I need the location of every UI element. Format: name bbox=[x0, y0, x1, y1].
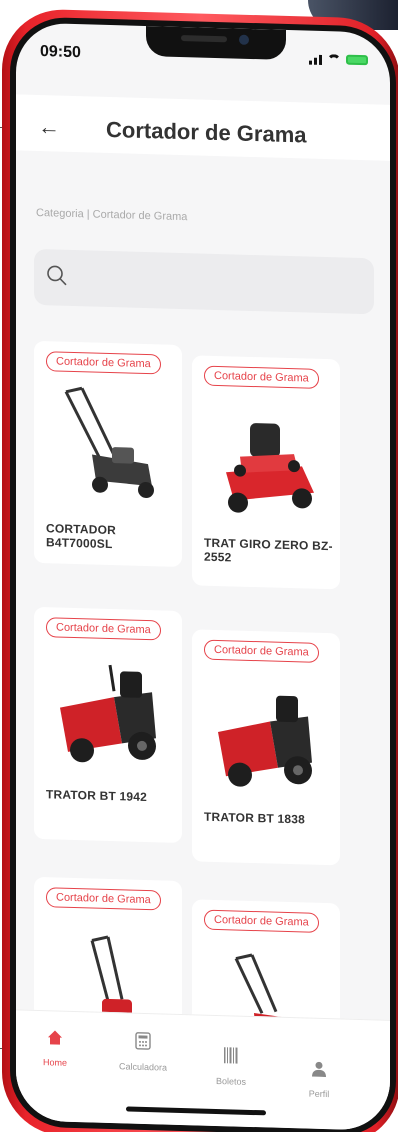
tab-home[interactable]: Home bbox=[20, 1029, 90, 1069]
app-screen: 09:50 ← Cortador de Grama Categoria | Co… bbox=[16, 22, 390, 1131]
tab-perfil[interactable]: Perfil bbox=[284, 1060, 354, 1100]
tab-boletos[interactable]: Boletos bbox=[196, 1045, 266, 1087]
product-card[interactable]: Cortador de Grama TRAT GIRO ZERO BZ-2552 bbox=[192, 355, 340, 590]
product-card[interactable]: Cortador de Grama TRATOR BT 1942 bbox=[34, 606, 182, 844]
back-arrow-icon[interactable]: ← bbox=[38, 114, 62, 140]
page-title: Cortador de Grama bbox=[106, 116, 307, 148]
product-name: TRATOR BT 1838 bbox=[204, 809, 306, 827]
zero-turn-tractor-image bbox=[226, 423, 314, 513]
product-name: CORTADOR B4T7000SL bbox=[46, 521, 117, 552]
tab-calculadora[interactable]: Calculadora bbox=[108, 1031, 178, 1073]
riding-tractor-image bbox=[218, 695, 312, 787]
status-bar: 09:50 bbox=[40, 43, 368, 74]
user-icon bbox=[312, 1061, 326, 1078]
category-tag: Cortador de Grama bbox=[204, 909, 319, 933]
tab-label: Calculadora bbox=[118, 1061, 168, 1073]
riding-tractor-image bbox=[60, 664, 156, 763]
speaker bbox=[181, 34, 227, 43]
tab-label: Perfil bbox=[308, 1088, 330, 1100]
wifi-icon bbox=[327, 53, 341, 65]
push-lawn-mower-image bbox=[64, 386, 154, 499]
category-tag: Cortador de Grama bbox=[204, 365, 319, 389]
home-icon bbox=[48, 1030, 62, 1045]
product-grid: Cortador de Grama CORTADOR B4T7000SL Cor… bbox=[34, 340, 374, 1094]
app-bar: ← Cortador de Grama bbox=[16, 94, 390, 161]
tab-label: Home bbox=[42, 1057, 67, 1068]
tab-label: Boletos bbox=[215, 1075, 247, 1087]
bottom-tab-bar: Home Calculadora Boletos Perfil bbox=[16, 1009, 390, 1131]
search-input[interactable] bbox=[78, 264, 322, 301]
phone-bezel: 09:50 ← Cortador de Grama Categoria | Co… bbox=[10, 16, 396, 1132]
front-camera bbox=[239, 34, 249, 45]
phone-mockup: 09:50 ← Cortador de Grama Categoria | Co… bbox=[2, 8, 398, 1132]
screenshot-stage: 09:50 ← Cortador de Grama Categoria | Co… bbox=[0, 0, 398, 1132]
search-bar[interactable] bbox=[34, 248, 374, 315]
home-indicator bbox=[126, 1106, 266, 1116]
breadcrumb[interactable]: Categoria | Cortador de Grama bbox=[36, 207, 187, 223]
search-icon bbox=[47, 265, 67, 286]
category-tag: Cortador de Grama bbox=[204, 639, 319, 663]
battery-icon bbox=[346, 54, 368, 66]
product-name: TRATOR BT 1942 bbox=[46, 787, 148, 805]
signal-icon bbox=[309, 53, 322, 65]
calculator-icon bbox=[135, 1032, 151, 1050]
category-tag: Cortador de Grama bbox=[46, 887, 161, 911]
category-tag: Cortador de Grama bbox=[46, 617, 161, 641]
status-icons bbox=[309, 53, 368, 67]
product-name: TRAT GIRO ZERO BZ-2552 bbox=[204, 535, 333, 565]
category-tag: Cortador de Grama bbox=[46, 351, 161, 375]
barcode-icon bbox=[224, 1047, 238, 1064]
status-time: 09:50 bbox=[40, 43, 81, 62]
product-card[interactable]: Cortador de Grama TRATOR BT 1838 bbox=[192, 629, 340, 866]
product-card[interactable]: Cortador de Grama CORTADOR B4T7000SL bbox=[34, 340, 182, 568]
